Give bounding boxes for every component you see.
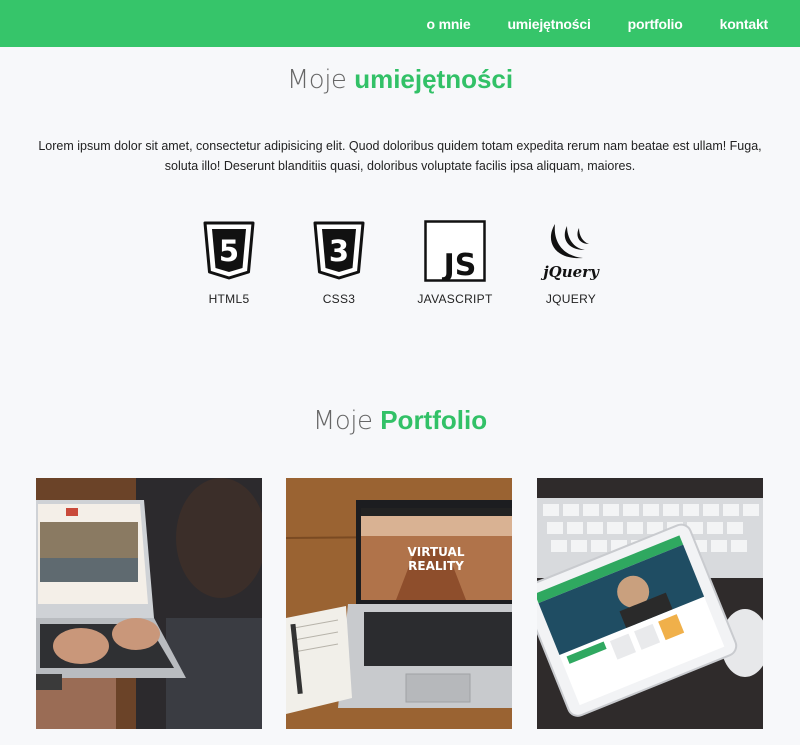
svg-text:JS: JS <box>442 248 477 282</box>
svg-text:jQuery: jQuery <box>540 263 600 281</box>
html5-icon: 5 <box>174 220 284 282</box>
nav-link-o-mnie[interactable]: o mnie <box>427 16 471 32</box>
nav-link-kontakt[interactable]: kontakt <box>720 16 769 32</box>
skill-html5: 5 HTML5 <box>174 220 284 306</box>
vr-title-line1: VIRTUAL <box>408 545 465 559</box>
skill-css3: 3 CSS3 <box>284 220 394 306</box>
skills-title-prefix: Moje <box>286 65 347 95</box>
skills-section-title: Moje umiejętności <box>0 64 800 95</box>
portfolio-title-prefix: Moje <box>312 406 373 436</box>
svg-text:3: 3 <box>329 234 349 268</box>
vr-title-line2: REALITY <box>408 559 464 573</box>
skill-label-javascript: JAVASCRIPT <box>417 292 493 306</box>
javascript-icon: JS <box>400 220 510 282</box>
skill-jquery: jQuery JQUERY <box>516 220 626 306</box>
skill-javascript: JS JAVASCRIPT <box>400 220 510 306</box>
portfolio-image-tablet <box>537 478 763 729</box>
jquery-icon: jQuery <box>516 220 626 282</box>
portfolio-item-3[interactable] <box>537 478 763 729</box>
top-navbar: o mnie umiejętności portfolio kontakt <box>0 0 800 47</box>
skills-intro-text: Lorem ipsum dolor sit amet, consectetur … <box>38 139 762 173</box>
nav-link-portfolio[interactable]: portfolio <box>628 16 683 32</box>
skills-title-highlight: umiejętności <box>354 64 514 94</box>
skill-label-html5: HTML5 <box>208 292 250 306</box>
skill-label-css3: CSS3 <box>322 292 356 306</box>
svg-text:5: 5 <box>219 234 239 268</box>
portfolio-image-laptop-vr: VIRTUAL REALITY <box>286 478 512 729</box>
portfolio-title-highlight: Portfolio <box>380 405 488 435</box>
nav-link-umiejetnosci[interactable]: umiejętności <box>507 16 590 32</box>
portfolio-item-2[interactable]: VIRTUAL REALITY <box>286 478 512 729</box>
css3-icon: 3 <box>284 220 394 282</box>
skill-label-jquery: JQUERY <box>545 292 597 306</box>
portfolio-image-laptop-typing <box>36 478 262 729</box>
portfolio-item-1[interactable] <box>36 478 262 729</box>
main-nav: o mnie umiejętności portfolio kontakt <box>427 0 800 47</box>
portfolio-section-title: Moje Portfolio <box>0 405 800 436</box>
skills-list: 5 HTML5 3 CSS3 JS JAVASCRIPT jQuery JQUE… <box>0 220 800 320</box>
